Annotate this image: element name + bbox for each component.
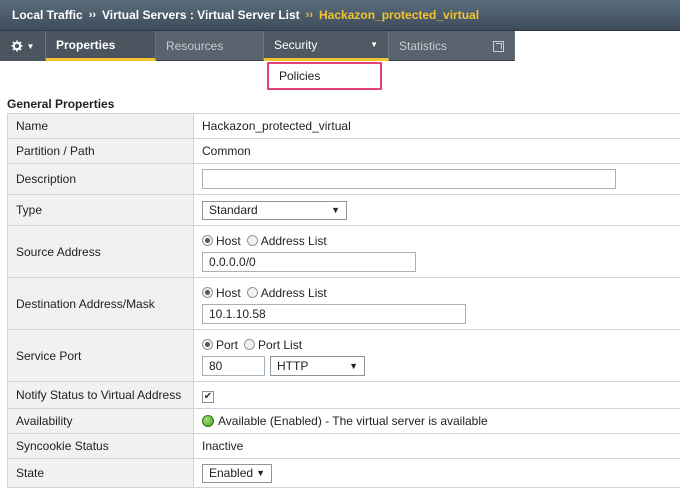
table-row: Syncookie Status Inactive — [7, 433, 680, 459]
tab-security[interactable]: Security ▼ — [264, 31, 389, 61]
description-label: Description — [7, 163, 194, 195]
chevron-down-icon: ▼ — [26, 41, 35, 51]
destination-address-list-label: Address List — [260, 285, 327, 300]
partition-label: Partition / Path — [7, 138, 194, 164]
breadcrumb-virtual-server-list[interactable]: Virtual Servers : Virtual Server List — [102, 8, 300, 22]
table-row: Partition / Path Common — [7, 138, 680, 164]
name-label: Name — [7, 113, 194, 139]
breadcrumb-local-traffic[interactable]: Local Traffic — [12, 8, 83, 22]
source-address-list-radio[interactable] — [246, 235, 258, 246]
section-title: General Properties — [7, 97, 115, 111]
service-port-label: Service Port — [7, 329, 194, 382]
chevron-down-icon: ▼ — [370, 40, 378, 49]
port-list-radio[interactable] — [244, 339, 256, 350]
chevron-down-icon: ▼ — [349, 360, 358, 371]
service-port-input[interactable]: 80 — [202, 355, 265, 376]
source-host-label: Host — [216, 233, 241, 248]
chevron-down-icon: ▼ — [256, 468, 265, 478]
syncookie-status-value: Inactive — [193, 433, 680, 459]
tab-resources[interactable]: Resources — [156, 31, 264, 61]
availability-label: Availability — [7, 408, 194, 434]
destination-address-input[interactable]: 10.1.10.58 — [202, 303, 466, 324]
source-address-label: Source Address — [7, 225, 194, 278]
service-port-select-value: HTTP — [277, 358, 309, 373]
name-value: Hackazon_protected_virtual — [193, 113, 680, 139]
source-host-radio[interactable] — [202, 235, 213, 246]
port-radio-label: Port — [216, 337, 239, 352]
type-label: Type — [7, 194, 194, 226]
tab-properties-label: Properties — [56, 37, 116, 52]
menu-item-policies-label: Policies — [279, 69, 321, 83]
type-select-value: Standard — [209, 203, 258, 217]
type-select[interactable]: Standard ▼ — [202, 200, 347, 220]
destination-address-list-radio[interactable] — [246, 287, 258, 298]
breadcrumb: Local Traffic ›› Virtual Servers : Virtu… — [0, 0, 680, 31]
table-row: Service Port Port Port List 80 HTTP ▼ — [7, 329, 680, 382]
gear-icon — [11, 40, 23, 52]
port-radio[interactable] — [202, 339, 213, 350]
breadcrumb-separator: ›› — [88, 9, 97, 21]
table-row: Source Address Host Address List 0.0.0.0… — [7, 225, 680, 278]
source-address-list-label: Address List — [260, 233, 327, 248]
external-link-icon[interactable] — [493, 40, 504, 52]
tab-bar: ▼ Properties Resources Security ▼ Statis… — [0, 31, 515, 61]
available-status-icon — [202, 415, 214, 427]
table-row: Name Hackazon_protected_virtual — [7, 113, 680, 139]
source-address-input[interactable]: 0.0.0.0/0 — [202, 251, 416, 272]
table-row: State Enabled ▼ — [7, 458, 680, 488]
state-select[interactable]: Enabled ▼ — [202, 463, 272, 483]
menu-item-policies[interactable]: Policies — [267, 62, 382, 90]
notify-status-label: Notify Status to Virtual Address — [7, 381, 194, 409]
description-input[interactable] — [202, 169, 616, 189]
syncookie-status-label: Syncookie Status — [7, 433, 194, 459]
service-port-select[interactable]: HTTP ▼ — [270, 355, 365, 376]
destination-address-label: Destination Address/Mask — [7, 277, 194, 330]
tab-security-label: Security — [274, 37, 318, 52]
destination-host-label: Host — [216, 285, 241, 300]
tab-resources-label: Resources — [166, 39, 224, 53]
availability-value: Available (Enabled) - The virtual server… — [218, 414, 488, 428]
chevron-down-icon: ▼ — [331, 205, 340, 215]
table-row: Availability Available (Enabled) - The v… — [7, 408, 680, 434]
tab-properties[interactable]: Properties — [46, 31, 156, 61]
table-row: Destination Address/Mask Host Address Li… — [7, 277, 680, 330]
breadcrumb-separator: ›› — [305, 9, 313, 21]
port-list-label: Port List — [258, 337, 303, 352]
tab-statistics-label: Statistics — [399, 39, 448, 53]
notify-status-checkbox[interactable]: ✔ — [202, 390, 214, 403]
partition-value: Common — [193, 138, 680, 164]
table-row: Notify Status to Virtual Address ✔ — [7, 381, 680, 409]
general-properties-table: Name Hackazon_protected_virtual Partitio… — [7, 113, 680, 488]
state-label: State — [7, 458, 194, 488]
table-row: Description — [7, 163, 680, 195]
tab-statistics[interactable]: Statistics — [389, 31, 515, 61]
state-select-value: Enabled — [209, 466, 254, 480]
table-row: Type Standard ▼ — [7, 194, 680, 226]
destination-host-radio[interactable] — [202, 287, 213, 298]
gear-menu-button[interactable]: ▼ — [0, 31, 46, 61]
breadcrumb-current: Hackazon_protected_virtual — [319, 8, 480, 22]
